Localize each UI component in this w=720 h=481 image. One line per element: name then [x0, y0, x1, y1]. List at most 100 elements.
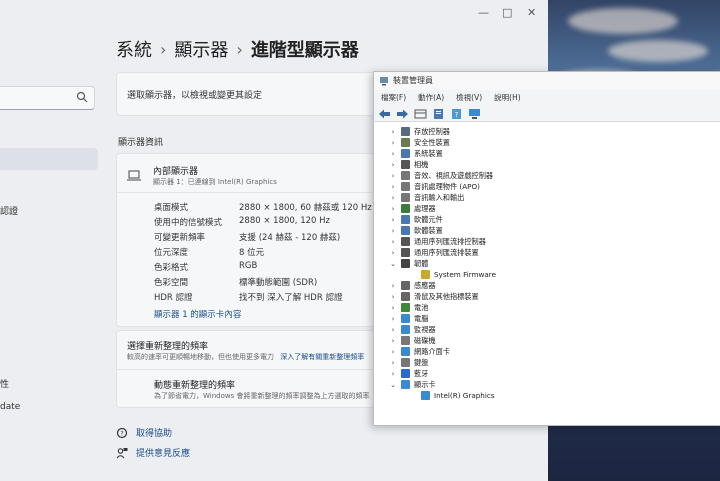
- tree-node[interactable]: › 軟體元件: [388, 214, 443, 225]
- breadcrumb-system[interactable]: 系統: [116, 36, 152, 62]
- device-tree: › 存放控制器 › 安全性裝置 › 系統裝置 › 相機 › 音效、視訊及遊戲控制器 › 音訊處理物件 …: [374, 122, 720, 425]
- device-category-icon: [401, 292, 410, 301]
- tree-node[interactable]: ⌄ 顯示卡: [388, 379, 436, 390]
- tree-node[interactable]: System Firmware: [408, 269, 496, 280]
- expand-chevron-icon[interactable]: ›: [388, 315, 398, 323]
- expand-chevron-icon[interactable]: ›: [388, 128, 398, 136]
- expand-chevron-icon[interactable]: ›: [388, 238, 398, 246]
- tree-node-label: 感應器: [414, 280, 436, 290]
- get-help-link[interactable]: ? 取得協助: [116, 426, 172, 439]
- hdr-value-link[interactable]: 找不到 深入了解 HDR 認證: [239, 291, 342, 303]
- adapter-properties-link[interactable]: 顯示器 1 的顯示卡內容: [154, 308, 241, 320]
- tree-node[interactable]: › 滑鼠及其他指標裝置: [388, 291, 479, 302]
- device-manager-titlebar: 裝置管理員: [374, 72, 720, 90]
- chevron-right-icon: ›: [160, 39, 167, 59]
- menu-file[interactable]: 檔案(F): [381, 92, 406, 106]
- tree-node[interactable]: › 網路介面卡: [388, 346, 450, 357]
- expand-chevron-icon[interactable]: ›: [388, 304, 398, 312]
- maximize-button[interactable]: □: [502, 6, 512, 19]
- tree-node[interactable]: › 電池: [388, 302, 428, 313]
- expand-chevron-icon[interactable]: ›: [388, 370, 398, 378]
- feedback-link[interactable]: 提供意見反應: [116, 446, 190, 459]
- tree-node[interactable]: › 系統裝置: [388, 148, 443, 159]
- tree-node[interactable]: › 監視器: [388, 324, 436, 335]
- properties-icon[interactable]: [432, 108, 445, 120]
- expand-chevron-icon[interactable]: ›: [388, 150, 398, 158]
- expand-chevron-icon[interactable]: ›: [388, 205, 398, 213]
- expand-chevron-icon[interactable]: ›: [388, 282, 398, 290]
- tree-node[interactable]: › 軟體裝置: [388, 225, 443, 236]
- tree-node-label: 存放控制器: [414, 126, 450, 136]
- tree-node[interactable]: Intel(R) Graphics: [408, 390, 495, 401]
- prop-label: 桌面模式: [154, 203, 189, 213]
- monitor-subtitle: 顯示器 1：已連線到 Intel(R) Graphics: [153, 178, 277, 186]
- tree-node[interactable]: › 存放控制器: [388, 126, 450, 137]
- tree-node[interactable]: › 相機: [388, 159, 428, 170]
- expand-chevron-icon[interactable]: ›: [388, 194, 398, 202]
- close-button[interactable]: ✕: [527, 6, 536, 19]
- collapse-chevron-icon[interactable]: ⌄: [388, 260, 398, 268]
- expand-chevron-icon[interactable]: ›: [388, 216, 398, 224]
- device-manager-window: 裝置管理員 檔案(F) 動作(A) 檢視(V) 說明(H) ? › 存放控制器 › 安…: [373, 71, 720, 426]
- tree-node-label: System Firmware: [434, 270, 497, 279]
- menu-action[interactable]: 動作(A): [418, 92, 444, 106]
- tree-node[interactable]: › 電腦: [388, 313, 428, 324]
- tree-node[interactable]: › 音訊處理物件 (APO): [388, 181, 480, 192]
- tree-node-label: 系統裝置: [414, 148, 443, 158]
- expand-chevron-icon[interactable]: ›: [388, 348, 398, 356]
- settings-search-input[interactable]: [0, 86, 95, 110]
- tree-node-label: 相機: [414, 159, 429, 169]
- tree-node[interactable]: › 通用序列匯流排控制器: [388, 236, 486, 247]
- tree-node[interactable]: › 感應器: [388, 280, 436, 291]
- tree-node[interactable]: › 藍牙: [388, 368, 428, 379]
- feedback-icon: [116, 447, 128, 458]
- scan-hardware-icon[interactable]: [468, 108, 481, 120]
- tree-node[interactable]: ⌄ 韌體: [388, 258, 428, 269]
- device-category-icon: [401, 325, 410, 334]
- breadcrumb-display[interactable]: 顯示器: [174, 36, 228, 62]
- collapse-chevron-icon[interactable]: ⌄: [388, 381, 398, 389]
- sidebar-item-selected[interactable]: [0, 148, 98, 170]
- expand-chevron-icon[interactable]: ›: [388, 172, 398, 180]
- laptop-icon: [127, 170, 141, 181]
- device-category-icon: [401, 149, 410, 158]
- tree-node[interactable]: › 處理器: [388, 203, 436, 214]
- chevron-right-icon: ›: [236, 39, 243, 59]
- forward-arrow-icon[interactable]: [396, 108, 409, 120]
- refresh-title: 選擇重新整理的頻率: [127, 342, 209, 352]
- expand-chevron-icon[interactable]: ›: [388, 359, 398, 367]
- show-hide-tree-icon[interactable]: [414, 108, 427, 120]
- expand-chevron-icon[interactable]: ›: [388, 227, 398, 235]
- expand-chevron-icon[interactable]: ›: [388, 293, 398, 301]
- device-category-icon: [401, 347, 410, 356]
- device-category-icon: [401, 281, 410, 290]
- tree-node[interactable]: › 安全性裝置: [388, 137, 450, 148]
- tree-node-label: 電池: [414, 302, 429, 312]
- page-title: 進階型顯示器: [250, 40, 359, 61]
- sidebar-item-fragment[interactable]: 認證: [0, 204, 18, 217]
- device-category-icon: [401, 171, 410, 180]
- help-book-icon[interactable]: ?: [450, 108, 463, 120]
- device-category-icon: [401, 314, 410, 323]
- expand-chevron-icon[interactable]: ›: [388, 139, 398, 147]
- back-arrow-icon[interactable]: [378, 108, 391, 120]
- refresh-learn-link[interactable]: 深入了解有關重新整理頻率: [280, 353, 364, 361]
- expand-chevron-icon[interactable]: ›: [388, 183, 398, 191]
- tree-node[interactable]: › 通用序列匯流排裝置: [388, 247, 479, 258]
- sidebar-item-fragment[interactable]: 性: [0, 377, 9, 390]
- expand-chevron-icon[interactable]: ›: [388, 249, 398, 257]
- tree-node-label: 網路介面卡: [414, 346, 450, 356]
- menu-help[interactable]: 說明(H): [494, 92, 521, 106]
- expand-chevron-icon[interactable]: ›: [388, 161, 398, 169]
- tree-node-label: 音訊處理物件 (APO): [414, 181, 480, 191]
- expand-chevron-icon[interactable]: ›: [388, 326, 398, 334]
- minimize-button[interactable]: —: [478, 6, 489, 19]
- menu-view[interactable]: 檢視(V): [456, 92, 482, 106]
- sidebar-item-fragment[interactable]: date: [0, 402, 20, 412]
- tree-node[interactable]: › 音效、視訊及遊戲控制器: [388, 170, 493, 181]
- expand-chevron-icon[interactable]: ›: [388, 337, 398, 345]
- tree-node[interactable]: › 磁碟機: [388, 335, 436, 346]
- tree-node[interactable]: › 鍵盤: [388, 357, 428, 368]
- device-category-icon: [421, 270, 430, 279]
- tree-node[interactable]: › 音訊輸入和輸出: [388, 192, 464, 203]
